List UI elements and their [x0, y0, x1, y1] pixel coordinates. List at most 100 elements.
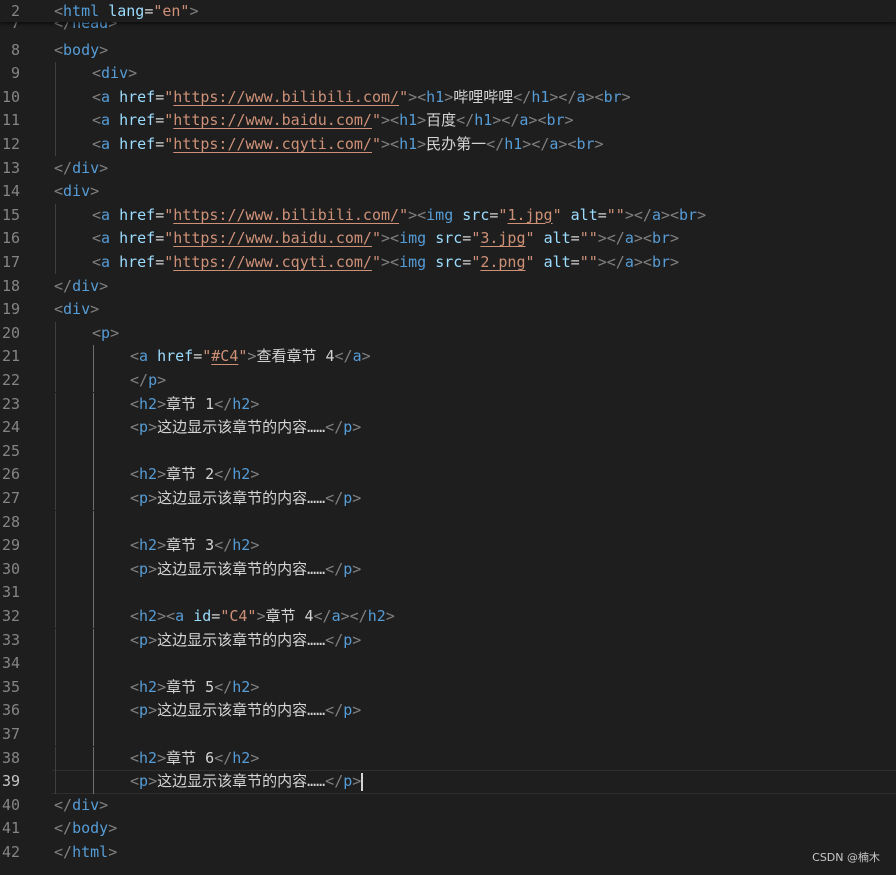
- bracket-token: </: [325, 488, 344, 507]
- line-code: <h2>章节 3</h2>: [130, 534, 259, 558]
- bracket-token: </: [334, 347, 353, 366]
- code-line[interactable]: 12 <a href="https://www.cqyti.com/"><h1>民…: [0, 133, 896, 157]
- indent-guide: [55, 109, 56, 133]
- code-line[interactable]: 20 <p>: [0, 322, 896, 346]
- text-token: 这边显示该章节的内容……: [157, 559, 326, 578]
- code-line[interactable]: 25: [0, 440, 896, 464]
- attr-token: src: [462, 205, 490, 224]
- string-token: ": [371, 134, 381, 153]
- bracket-token: >: [148, 559, 158, 578]
- code-line[interactable]: 24 <p>这边显示该章节的内容……</p>: [0, 416, 896, 440]
- string-token: 2.png: [480, 252, 526, 271]
- code-line[interactable]: 27 <p>这边显示该章节的内容……</p>: [0, 487, 896, 511]
- line-number: 18: [1, 276, 20, 295]
- code-line[interactable]: 34: [0, 652, 896, 676]
- bracket-token: ></: [492, 111, 520, 130]
- tag-token: div: [101, 64, 129, 83]
- code-line[interactable]: 42 </html>: [0, 841, 896, 865]
- code-line[interactable]: 13 </div>: [0, 157, 896, 181]
- code-line[interactable]: 18 </div>: [0, 275, 896, 299]
- tag-token: p: [343, 488, 353, 507]
- bracket-token: >: [250, 465, 260, 484]
- bracket-token: >: [148, 701, 158, 720]
- code-line[interactable]: 19 <div>: [0, 298, 896, 322]
- code-line[interactable]: 37: [0, 723, 896, 747]
- code-line[interactable]: 28: [0, 511, 896, 535]
- line-code: <div>: [92, 62, 137, 86]
- line-number: 38: [1, 748, 20, 767]
- line-number: 30: [1, 559, 20, 578]
- bracket-token: </: [325, 559, 344, 578]
- text-token: 章节 4: [265, 606, 314, 625]
- tag-token: h2: [139, 748, 158, 767]
- code-line[interactable]: 15 <a href="https://www.bilibili.com/"><i…: [0, 204, 896, 228]
- bracket-token: ><: [157, 606, 176, 625]
- indent-guide: [55, 699, 56, 723]
- code-line[interactable]: 35 <h2>章节 5</h2>: [0, 676, 896, 700]
- code-editor[interactable]: 7 </head> 8 <body> 9 <div> 10 <a href="https://…: [0, 0, 896, 875]
- code-line[interactable]: 26 <h2>章节 2</h2>: [0, 463, 896, 487]
- code-line[interactable]: 10 <a href="https://www.bilibili.com/"><h…: [0, 86, 896, 110]
- bracket-token: </: [54, 819, 73, 838]
- code-line[interactable]: 32 <h2><a id="C4">章节 4</a></h2>: [0, 605, 896, 629]
- tag-token: div: [63, 300, 91, 319]
- code-line[interactable]: 22 </p>: [0, 369, 896, 393]
- code-line[interactable]: 30 <p>这边显示该章节的内容……</p>: [0, 558, 896, 582]
- tag-token: h2: [232, 394, 251, 413]
- tag-token: br: [546, 111, 565, 130]
- line-number: 15: [1, 205, 20, 224]
- attr-token: href: [119, 134, 156, 153]
- code-line[interactable]: 8 <body>: [0, 39, 896, 63]
- bracket-token: </: [313, 606, 332, 625]
- attr-token: href: [119, 111, 156, 130]
- tag-token: a: [101, 87, 111, 106]
- text-token: =: [462, 229, 472, 248]
- tag-token: div: [72, 795, 100, 814]
- tag-token: h2: [139, 606, 158, 625]
- code-line[interactable]: 41 </body>: [0, 817, 896, 841]
- indent-guide: [93, 675, 94, 700]
- code-line[interactable]: 17 <a href="https://www.cqyti.com/"><img …: [0, 251, 896, 275]
- line-code: </body>: [54, 817, 117, 841]
- line-code: <a href="https://www.bilibili.com/"><h1>…: [92, 86, 631, 110]
- tag-token: a: [352, 347, 362, 366]
- line-number: 9: [10, 64, 20, 83]
- bracket-token: <: [92, 205, 102, 224]
- tag-token: a: [101, 134, 111, 153]
- tag-token: a: [101, 252, 111, 271]
- code-line[interactable]: 39 <p>这边显示该章节的内容……</p>: [0, 770, 896, 794]
- indent-guide: [55, 557, 56, 582]
- indent-guide: [93, 770, 94, 794]
- code-line[interactable]: 38 <h2>章节 6</h2>: [0, 747, 896, 771]
- text-token: =: [193, 347, 203, 366]
- code-line[interactable]: 14 <div>: [0, 180, 896, 204]
- code-line[interactable]: 11 <a href="https://www.baidu.com/"><h1>百…: [0, 109, 896, 133]
- text-token: =: [211, 606, 221, 625]
- tag-token: br: [679, 205, 698, 224]
- code-line[interactable]: 23 <h2>章节 1</h2>: [0, 393, 896, 417]
- code-line[interactable]: 29 <h2>章节 3</h2>: [0, 534, 896, 558]
- indent-guide: [55, 203, 56, 228]
- tag-token: p: [343, 772, 353, 791]
- bracket-token: <: [130, 630, 140, 649]
- bracket-token: <: [92, 252, 102, 271]
- bracket-token: </: [325, 630, 344, 649]
- code-line[interactable]: 40 </div>: [0, 794, 896, 818]
- string-token: https://www.baidu.com/: [173, 111, 372, 130]
- attr-token: href: [119, 229, 156, 248]
- code-line[interactable]: 31: [0, 581, 896, 605]
- bracket-token: <: [92, 134, 102, 153]
- line-code: </div>: [54, 275, 108, 299]
- sticky-scroll-header[interactable]: 2 <html lang="en">: [0, 0, 896, 22]
- line-number: 17: [1, 252, 20, 271]
- text-cursor: [361, 772, 364, 791]
- code-line[interactable]: 9 <div>: [0, 62, 896, 86]
- code-line[interactable]: 33 <p>这边显示该章节的内容……</p>: [0, 629, 896, 653]
- tag-token: p: [343, 630, 353, 649]
- code-line[interactable]: 16 <a href="https://www.baidu.com/"><img …: [0, 227, 896, 251]
- line-code: <a href="https://www.cqyti.com/"><img sr…: [92, 251, 679, 275]
- code-line[interactable]: 36 <p>这边显示该章节的内容……</p>: [0, 699, 896, 723]
- bracket-token: >: [157, 536, 167, 555]
- code-line[interactable]: 21 <a href="#C4">查看章节 4</a>: [0, 345, 896, 369]
